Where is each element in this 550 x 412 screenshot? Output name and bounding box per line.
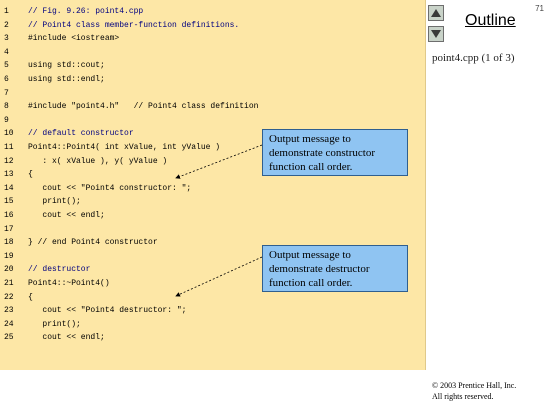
code-text: cout << "Point4 constructor: ";: [28, 183, 192, 193]
code-text: cout << endl;: [28, 333, 105, 343]
previous-slide-button[interactable]: [428, 5, 444, 21]
line-number: 14: [4, 183, 14, 193]
code-text: : x( xValue ), y( yValue ): [28, 156, 168, 166]
line-number: 13: [4, 170, 14, 180]
callout-line: demonstrate destructor: [269, 263, 370, 275]
code-text: cout << endl;: [28, 211, 105, 220]
line-number: 9: [4, 115, 9, 125]
line-number: 25: [4, 333, 14, 343]
callout-line: function call order.: [269, 161, 353, 173]
code-text: } // end Point4 constructor: [28, 238, 158, 248]
callout-destructor: Output message to demonstrate destructor…: [262, 245, 408, 292]
callout-constructor: Output message to demonstrate constructo…: [262, 129, 408, 176]
line-number: 3: [4, 34, 9, 44]
code-text: print();: [28, 319, 81, 329]
code-text: Point4::Point4( int xValue, int yValue ): [28, 143, 221, 152]
code-text: using std::endl;: [28, 75, 105, 84]
callout-line: demonstrate constructor: [269, 147, 375, 159]
outline-item[interactable]: point4.cpp (1 of 3): [432, 52, 514, 64]
line-number: 4: [4, 47, 9, 57]
code-text: using std::cout;: [28, 61, 105, 71]
code-text: #include <iostream>: [28, 34, 120, 44]
line-number: 21: [4, 279, 14, 288]
next-slide-button[interactable]: [428, 26, 444, 42]
code-text: {: [28, 170, 33, 180]
line-number: 20: [4, 265, 14, 275]
line-number: 7: [4, 88, 9, 98]
line-number: 23: [4, 306, 14, 316]
outline-title[interactable]: Outline: [465, 12, 516, 30]
line-number: 17: [4, 224, 14, 234]
line-number: 8: [4, 102, 9, 112]
code-text: // Point4 class member-function definiti…: [28, 20, 240, 30]
line-number: 24: [4, 319, 14, 329]
line-number: 11: [4, 143, 14, 152]
line-number: 2: [4, 20, 9, 30]
code-text: #include "point4.h" // Point4 class defi…: [28, 102, 259, 112]
line-number: 5: [4, 61, 9, 71]
code-text: cout << "Point4 destructor: ";: [28, 306, 187, 316]
callout-line: Output message to: [269, 249, 351, 261]
code-text: print();: [28, 197, 81, 207]
line-number: 15: [4, 197, 14, 207]
code-text: {: [28, 292, 33, 302]
copyright-line: © 2003 Prentice Hall, Inc.: [432, 381, 517, 390]
code-text: // Fig. 9.26: point4.cpp: [28, 7, 144, 16]
callout-line: Output message to: [269, 133, 351, 145]
line-number: 10: [4, 129, 14, 139]
triangle-up-icon: [431, 9, 441, 17]
line-number: 19: [4, 251, 14, 261]
line-number: 16: [4, 211, 14, 220]
code-text: // destructor: [28, 265, 91, 275]
line-number: 1: [4, 7, 9, 16]
triangle-down-icon: [431, 30, 441, 38]
copyright: © 2003 Prentice Hall, Inc. All rights re…: [432, 380, 516, 402]
copyright-line: All rights reserved.: [432, 392, 494, 401]
code-panel: 1 // Fig. 9.26: point4.cpp 2 // Point4 clas…: [0, 0, 426, 370]
code-text: // default constructor: [28, 129, 134, 139]
slide-number: 71: [535, 4, 544, 13]
code-text: Point4::~Point4(): [28, 279, 110, 288]
line-number: 6: [4, 75, 9, 84]
line-number: 12: [4, 156, 14, 166]
line-number: 18: [4, 238, 14, 248]
callout-line: function call order.: [269, 277, 353, 289]
line-number: 22: [4, 292, 14, 302]
